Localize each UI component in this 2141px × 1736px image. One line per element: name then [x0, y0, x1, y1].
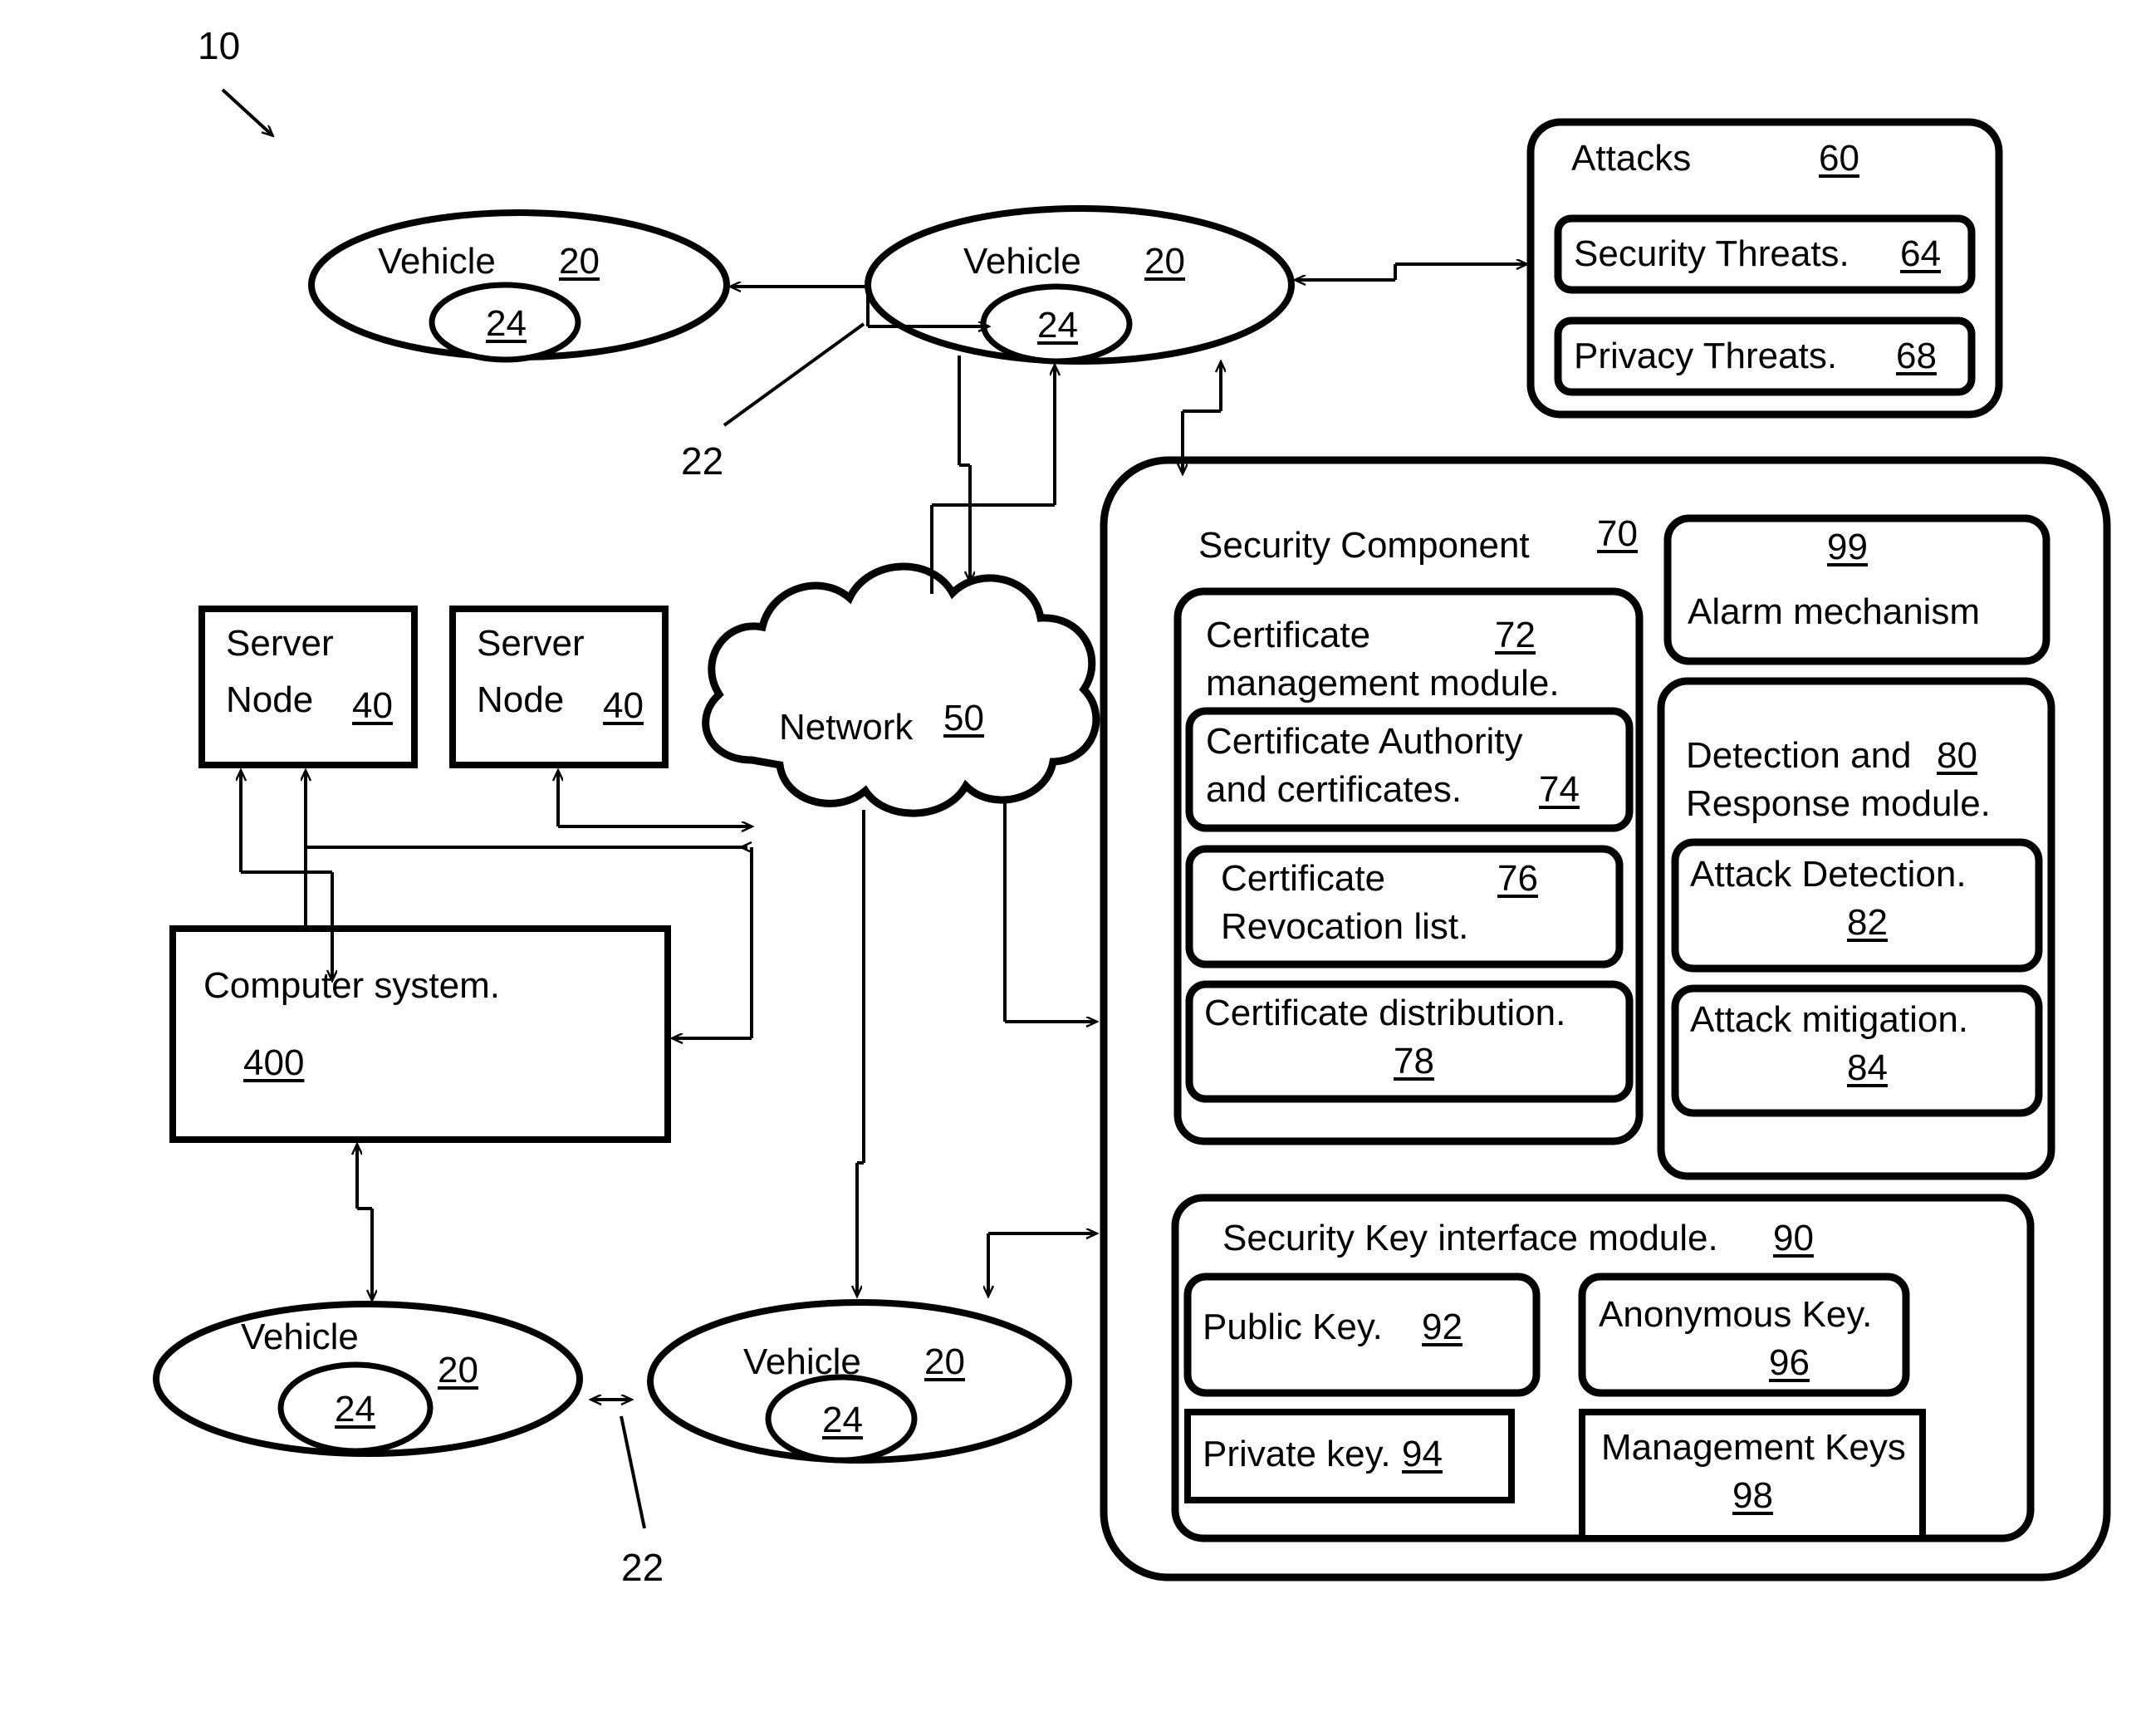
network-ref: 50: [943, 698, 984, 738]
certificate-revocation-ref: 76: [1497, 858, 1538, 899]
certificate-revocation-line2: Revocation list.: [1221, 906, 1469, 947]
alarm-mechanism-label: Alarm mechanism: [1688, 591, 1981, 632]
public-key-ref: 92: [1422, 1307, 1462, 1347]
server-node-1-line1: Server: [226, 623, 334, 664]
server-node-1-ref: 40: [352, 685, 393, 726]
attacks-item-0-label: Security Threats.: [1574, 233, 1849, 274]
attacks-item-1-ref: 68: [1896, 336, 1937, 376]
certificate-module-line1: Certificate: [1206, 615, 1371, 655]
vehicle-bottom-mid-inner-ref: 24: [822, 1400, 863, 1440]
anonymous-key-ref: 96: [1769, 1342, 1810, 1383]
attacks-item-0-ref: 64: [1900, 233, 1941, 274]
private-key-ref: 94: [1402, 1434, 1443, 1474]
attack-detection-label: Attack Detection.: [1690, 854, 1967, 895]
detection-module-ref: 80: [1937, 735, 1977, 776]
certificate-authority-ref: 74: [1539, 769, 1580, 810]
server-node-2-line1: Server: [477, 623, 585, 664]
attacks-item-1-label: Privacy Threats.: [1574, 336, 1838, 376]
link-ref-22-top: 22: [681, 439, 724, 483]
computer-system-ref: 400: [243, 1042, 305, 1083]
management-keys-ref: 98: [1732, 1475, 1773, 1516]
vehicle-top-middle-ref: 20: [1144, 241, 1185, 282]
network-cloud-shape: [702, 562, 1100, 817]
link-ref-22-bottom: 22: [621, 1546, 664, 1589]
vehicle-bottom-left-label: Vehicle: [241, 1317, 359, 1357]
public-key-label: Public Key.: [1203, 1307, 1383, 1347]
attacks-ref: 60: [1819, 138, 1859, 179]
certificate-module-line2: management module.: [1206, 663, 1560, 704]
vehicle-top-middle-label: Vehicle: [963, 241, 1081, 282]
vehicle-bottom-mid-ref: 20: [924, 1341, 965, 1382]
vehicle-top-middle-inner-ref: 24: [1037, 305, 1078, 346]
certificate-module-ref: 72: [1495, 615, 1536, 655]
certificate-authority-line1: Certificate Authority: [1206, 721, 1523, 762]
attack-mitigation-ref: 84: [1847, 1047, 1888, 1088]
vehicle-top-left-ref: 20: [559, 241, 600, 282]
private-key-label: Private key.: [1203, 1434, 1391, 1474]
certificate-revocation-line1: Certificate: [1221, 858, 1386, 899]
certificate-distribution-ref: 78: [1394, 1041, 1434, 1081]
server-node-1-line2: Node: [226, 679, 314, 720]
security-key-module-ref: 90: [1773, 1218, 1814, 1258]
security-component-ref: 70: [1597, 513, 1638, 554]
alarm-mechanism-ref: 99: [1827, 527, 1868, 567]
detection-module-line2: Response module.: [1686, 783, 1991, 824]
vehicle-bottom-left-ref: 20: [438, 1350, 478, 1390]
computer-system-title: Computer system.: [203, 965, 500, 1006]
figure-ref-leader: [221, 88, 272, 135]
certificate-distribution-label: Certificate distribution.: [1204, 993, 1566, 1033]
patent-figure-canvas: 10 22 22 Vehicle 20 24 Vehicle 20 24 Veh…: [0, 0, 2141, 1736]
vehicle-bottom-mid-label: Vehicle: [743, 1341, 861, 1382]
server-node-2-line2: Node: [477, 679, 565, 720]
detection-module-line1: Detection and: [1686, 735, 1912, 776]
computer-system-shape: [169, 925, 671, 1143]
security-component-title: Security Component: [1198, 525, 1530, 566]
vehicle-top-left-label: Vehicle: [378, 241, 496, 282]
certificate-authority-line2: and certificates.: [1206, 769, 1462, 810]
vehicle-top-left-inner-ref: 24: [486, 303, 527, 344]
attacks-title: Attacks: [1571, 138, 1692, 179]
attack-detection-ref: 82: [1847, 902, 1888, 943]
anonymous-key-label: Anonymous Key.: [1599, 1294, 1873, 1335]
server-node-2-ref: 40: [603, 685, 644, 726]
management-keys-label: Management Keys: [1601, 1427, 1906, 1468]
attack-mitigation-label: Attack mitigation.: [1690, 999, 1969, 1040]
security-key-module-title: Security Key interface module.: [1222, 1218, 1718, 1258]
vehicle-bottom-left-inner-ref: 24: [335, 1389, 375, 1430]
network-title: Network: [779, 707, 914, 748]
figure-ref-number: 10: [198, 24, 241, 67]
